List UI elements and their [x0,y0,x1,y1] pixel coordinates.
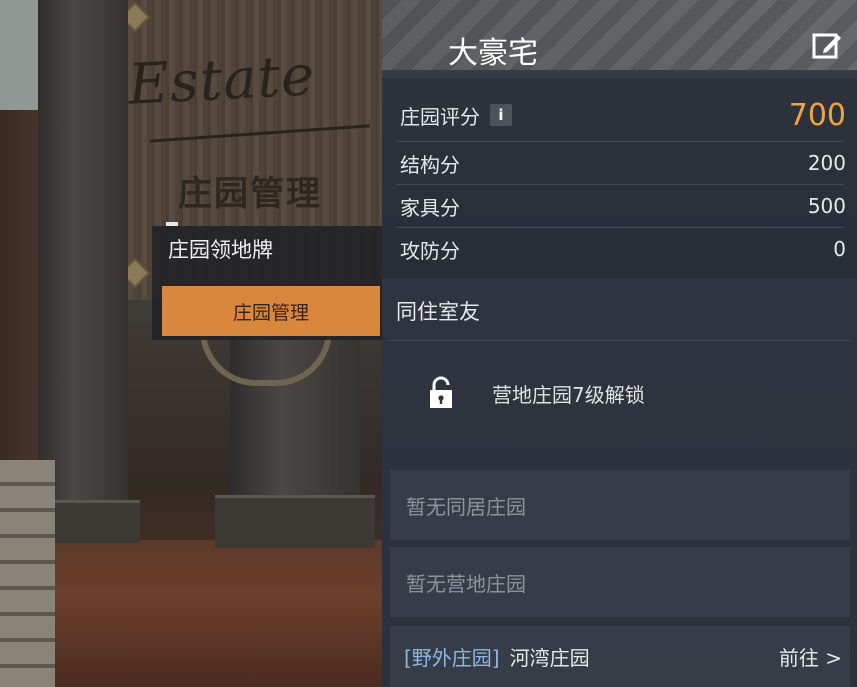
sky-background [0,0,40,110]
field-estate-tag: [野外庄园] [404,646,500,670]
stone-stack [0,460,55,687]
unlock-requirement: 营地庄园7级解锁 [492,382,645,407]
estate-info-panel: 大豪宅 庄园评分 i 700 结构分 200 家具分 500 攻防分 0 同住室… [382,0,857,687]
field-estate-name: 河湾庄园 [509,646,590,670]
structure-score-value: 200 [807,151,846,175]
estate-logo: Estate [126,43,317,118]
furniture-score-row: 家具分 500 [400,185,850,227]
structure-score-label: 结构分 [400,152,460,177]
defense-score-value: 0 [833,237,846,261]
estate-score-row: 庄园评分 i 700 [400,94,850,136]
estate-score-label: 庄园评分 [400,104,480,129]
roommates-title: 同住室友 [396,300,480,324]
camp-estate-card: 暂无营地庄园 [390,547,850,617]
popup-notch [166,222,178,226]
roommates-locked-row: 营地庄园7级解锁 [428,368,645,418]
section-divider [388,340,850,341]
sign-title: 庄园管理 [178,174,322,214]
pillar-base [215,495,375,548]
estate-manage-button[interactable]: 庄园管理 [162,286,380,336]
ground [0,540,382,687]
estate-name: 大豪宅 [448,36,538,70]
estate-score-value: 700 [788,97,846,133]
game-scene: Estate 庄园管理 庄园领地牌 庄园管理 [0,0,382,687]
cohabit-empty-text: 暂无同居庄园 [406,494,526,519]
camp-empty-text: 暂无营地庄园 [406,571,526,596]
defense-score-row: 攻防分 0 [400,228,850,270]
interaction-popup: 庄园领地牌 庄园管理 [152,222,382,340]
furniture-score-value: 500 [807,194,846,218]
stone-pillar [38,0,128,540]
goto-button[interactable]: 前往 > [779,642,842,671]
info-icon[interactable]: i [490,104,512,126]
lock-icon [430,376,452,408]
panel-header: 大豪宅 [382,0,857,70]
structure-score-row: 结构分 200 [400,142,850,184]
defense-score-label: 攻防分 [400,238,460,263]
field-estate-row[interactable]: [野外庄园] 河湾庄园 前往 > [390,626,850,687]
edit-icon[interactable] [811,30,843,62]
popup-title: 庄园领地牌 [168,238,273,262]
furniture-score-label: 家具分 [400,195,460,220]
cohabit-estate-card: 暂无同居庄园 [390,470,850,540]
